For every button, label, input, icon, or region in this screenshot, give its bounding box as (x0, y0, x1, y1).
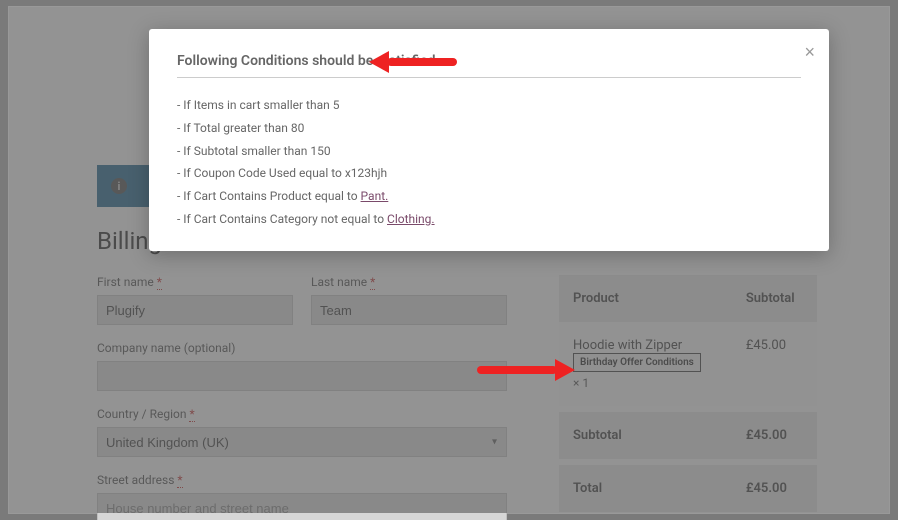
condition-item: If Cart Contains Category not equal to C… (177, 208, 801, 231)
conditions-list: If Items in cart smaller than 5 If Total… (177, 94, 801, 231)
condition-item: If Items in cart smaller than 5 (177, 94, 801, 117)
condition-item: If Subtotal smaller than 150 (177, 140, 801, 163)
close-icon[interactable]: × (804, 43, 815, 61)
modal-title: Following Conditions should be statisfie… (177, 53, 801, 78)
product-link[interactable]: Pant. (361, 189, 389, 203)
condition-item: If Cart Contains Product equal to Pant. (177, 185, 801, 208)
condition-item: If Total greater than 80 (177, 117, 801, 140)
condition-item: If Coupon Code Used equal to x123hjh (177, 162, 801, 185)
category-link[interactable]: Clothing. (387, 212, 435, 226)
conditions-modal: × Following Conditions should be statisf… (149, 29, 829, 251)
